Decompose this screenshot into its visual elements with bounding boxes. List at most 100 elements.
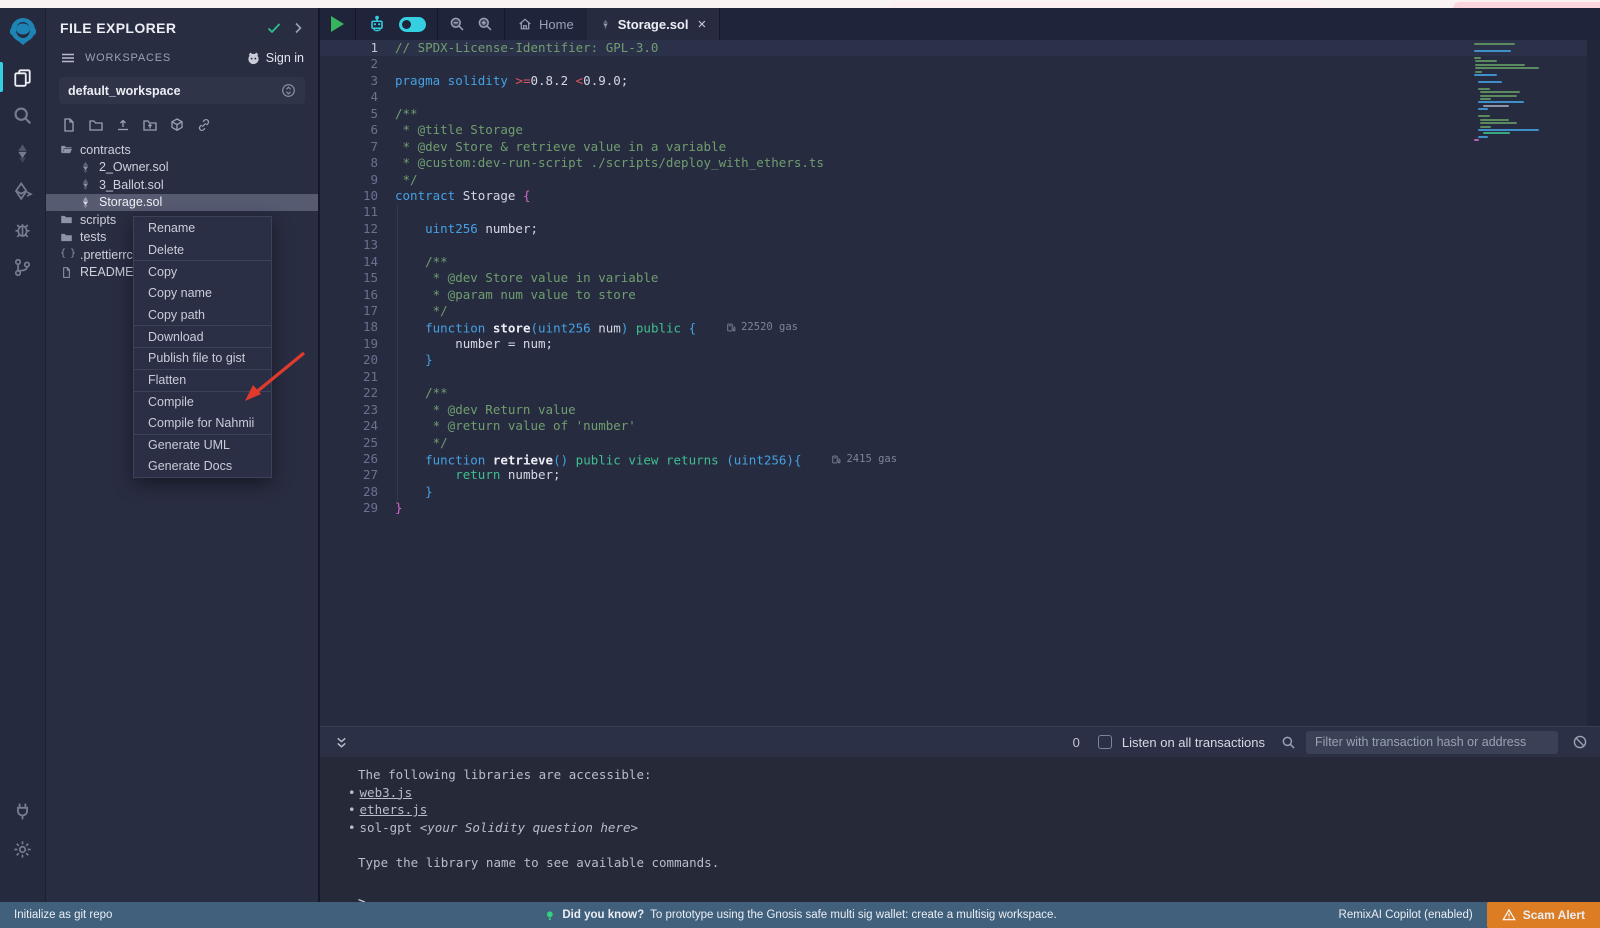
- workspace-dropdown[interactable]: default_workspace: [59, 77, 305, 104]
- terminal-toolbar: 0 Listen on all transactions: [320, 727, 1600, 757]
- minimap-line: [1474, 77, 1584, 79]
- terminal-link-ethers-js[interactable]: ethers.js: [360, 802, 428, 817]
- terminal-output[interactable]: The following libraries are accessible:•…: [320, 757, 1600, 911]
- minimap-line: [1480, 98, 1491, 100]
- line-number: 27: [320, 467, 378, 483]
- init-git-repo-button[interactable]: Initialize as git repo: [14, 909, 112, 921]
- tab-close-icon[interactable]: ×: [697, 16, 706, 33]
- code-line-7: 7 * @dev Store & retrieve value in a var…: [320, 139, 1600, 155]
- zoom-in-icon[interactable]: [477, 16, 493, 32]
- listen-all-transactions-checkbox[interactable]: [1098, 735, 1112, 749]
- tab-home[interactable]: Home: [505, 8, 587, 40]
- sidebar-item-plugin-manager[interactable]: [0, 792, 46, 830]
- sidebar-item-file-explorer[interactable]: [0, 58, 46, 96]
- context-menu-item-copy-name[interactable]: Copy name: [134, 282, 271, 304]
- context-menu-item-generate-uml[interactable]: Generate UML: [134, 434, 271, 456]
- tab-storage-sol[interactable]: Storage.sol ×: [587, 8, 721, 40]
- context-menu-item-flatten[interactable]: Flatten: [134, 369, 271, 391]
- chevron-right-icon[interactable]: [290, 20, 306, 36]
- sidebar-item-settings[interactable]: [0, 830, 46, 868]
- github-icon: [246, 51, 261, 66]
- terminal-line: The following libraries are accessible:: [358, 766, 1600, 784]
- link-icon[interactable]: [196, 117, 212, 133]
- check-icon[interactable]: [266, 20, 282, 36]
- line-number: 1: [320, 40, 378, 56]
- code-editor[interactable]: 1// SPDX-License-Identifier: GPL-3.023pr…: [320, 40, 1600, 726]
- context-menu-item-download[interactable]: Download: [134, 325, 271, 347]
- panel-title: FILE EXPLORER: [60, 20, 258, 36]
- solidity-icon: [79, 196, 92, 209]
- tree-item-3-ballot-sol[interactable]: 3_Ballot.sol: [46, 176, 318, 194]
- tree-item-storage-sol[interactable]: Storage.sol: [46, 194, 318, 212]
- new-file-icon[interactable]: [61, 117, 77, 133]
- code-line-5: 5/**: [320, 106, 1600, 122]
- context-menu-item-publish-file-to-gist[interactable]: Publish file to gist: [134, 347, 271, 369]
- ai-assistant-robot-icon[interactable]: [367, 14, 387, 34]
- sidebar-item-debugger[interactable]: [0, 210, 46, 248]
- transaction-filter-input[interactable]: [1306, 731, 1558, 754]
- copilot-toggle[interactable]: [399, 17, 426, 32]
- upload-file-icon[interactable]: [115, 117, 131, 133]
- bullet: •: [348, 802, 356, 817]
- sidebar-item-deploy-run[interactable]: [0, 172, 46, 210]
- minimap-line: [1483, 105, 1509, 107]
- terminal-link-web3-js[interactable]: web3.js: [360, 785, 413, 800]
- sign-in-button[interactable]: Sign in: [246, 51, 304, 66]
- code-line-20: 20 }: [320, 352, 1600, 368]
- code-line-28: 28 }: [320, 484, 1600, 500]
- git-branch-icon: [12, 257, 33, 278]
- gas-pump-icon: [726, 322, 737, 333]
- line-number: 2: [320, 56, 378, 72]
- tree-item-label: tests: [80, 230, 106, 244]
- minimap[interactable]: [1474, 43, 1584, 143]
- gas-estimate-badge[interactable]: 2415 gas: [831, 451, 897, 467]
- sidebar-item-solidity-compiler[interactable]: [0, 134, 46, 172]
- upload-folder-icon[interactable]: [142, 117, 158, 133]
- context-menu-item-generate-docs[interactable]: Generate Docs: [134, 456, 271, 478]
- publish-ipfs-icon[interactable]: [169, 117, 185, 133]
- context-menu-item-copy[interactable]: Copy: [134, 260, 271, 282]
- code-line-27: 27 return number;: [320, 467, 1600, 483]
- collapse-terminal-icon[interactable]: [334, 735, 349, 750]
- workspaces-label: WORKSPACES: [85, 52, 246, 64]
- code-line-1: 1// SPDX-License-Identifier: GPL-3.0: [320, 40, 1600, 56]
- editor-scrollbar-gutter[interactable]: [1587, 40, 1600, 726]
- terminal-line: Type the library name to see available c…: [358, 854, 1600, 872]
- deploy-run-icon: [12, 181, 33, 202]
- scam-alert-button[interactable]: Scam Alert: [1487, 902, 1600, 928]
- context-menu: RenameDeleteCopyCopy nameCopy pathDownlo…: [133, 216, 272, 478]
- copilot-status[interactable]: RemixAI Copilot (enabled): [1339, 909, 1473, 921]
- run-script-button[interactable]: [331, 16, 344, 32]
- line-number: 6: [320, 122, 378, 138]
- new-folder-icon[interactable]: [88, 117, 104, 133]
- tab-storage-label: Storage.sol: [618, 17, 689, 32]
- minimap-line: [1478, 81, 1502, 83]
- tree-item-label: 2_Owner.sol: [99, 160, 168, 174]
- hamburger-menu-icon[interactable]: [60, 50, 76, 66]
- listen-all-transactions-label: Listen on all transactions: [1122, 735, 1265, 750]
- remix-logo-icon[interactable]: [7, 16, 39, 48]
- minimap-line: [1480, 91, 1521, 93]
- line-number: 15: [320, 270, 378, 286]
- clear-console-icon[interactable]: [1572, 734, 1588, 750]
- gas-estimate-badge[interactable]: 22520 gas: [726, 319, 798, 335]
- tree-item-contracts[interactable]: contracts: [46, 141, 318, 159]
- context-menu-item-delete[interactable]: Delete: [134, 239, 271, 261]
- zoom-out-icon[interactable]: [449, 16, 465, 32]
- minimap-line: [1478, 88, 1489, 90]
- code-lines: 1// SPDX-License-Identifier: GPL-3.023pr…: [320, 40, 1600, 517]
- code-line-26: 26 function retrieve() public view retur…: [320, 451, 1600, 467]
- context-menu-item-rename[interactable]: Rename: [134, 217, 271, 239]
- context-menu-item-compile-for-nahmii[interactable]: Compile for Nahmii: [134, 412, 271, 434]
- tree-item-label: Storage.sol: [99, 195, 162, 209]
- context-menu-item-copy-path[interactable]: Copy path: [134, 304, 271, 326]
- context-menu-item-compile[interactable]: Compile: [134, 391, 271, 413]
- minimap-line: [1474, 50, 1511, 52]
- sidebar-item-search[interactable]: [0, 96, 46, 134]
- sidebar-item-git[interactable]: [0, 248, 46, 286]
- tree-item-2-owner-sol[interactable]: 2_Owner.sol: [46, 159, 318, 177]
- terminal-search-icon[interactable]: [1281, 735, 1296, 750]
- bullet: •: [348, 785, 356, 800]
- lightbulb-icon: [543, 909, 556, 922]
- status-bar: Initialize as git repo Did you know? To …: [0, 902, 1600, 928]
